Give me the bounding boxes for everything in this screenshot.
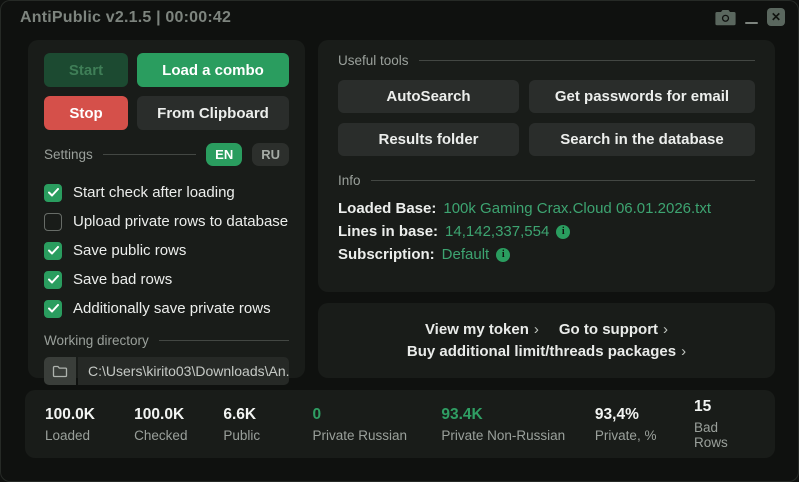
get-passwords-button[interactable]: Get passwords for email xyxy=(529,80,755,113)
info-label: Info xyxy=(338,173,361,188)
screenshot-camera-icon[interactable] xyxy=(715,9,736,26)
working-directory-header: Working directory xyxy=(44,333,289,348)
language-ru-toggle[interactable]: RU xyxy=(252,143,289,166)
search-database-button[interactable]: Search in the database xyxy=(529,123,755,156)
info-icon[interactable]: i xyxy=(556,225,570,239)
chevron-right-icon: › xyxy=(663,321,668,338)
divider xyxy=(159,340,289,341)
info-icon[interactable]: i xyxy=(496,248,510,262)
checkbox-start-check-after-loading[interactable]: Start check after loading xyxy=(44,178,289,207)
app-window: AntiPublic v2.1.5 | 00:00:42 ✕ Start Loa… xyxy=(0,0,799,482)
browse-folder-button[interactable] xyxy=(44,357,76,385)
stat-private-russian: 0 Private Russian xyxy=(313,406,442,443)
chevron-right-icon: › xyxy=(534,321,539,338)
close-button[interactable]: ✕ xyxy=(767,8,785,26)
stop-button[interactable]: Stop xyxy=(44,96,128,130)
working-directory-control: C:\Users\kirito03\Downloads\An... xyxy=(44,357,289,385)
divider xyxy=(419,60,755,61)
subscription-row: Subscription: Default i xyxy=(338,243,755,266)
checkbox-icon xyxy=(44,213,62,231)
minimize-button[interactable] xyxy=(745,8,758,26)
checkbox-save-bad-rows[interactable]: Save bad rows xyxy=(44,265,289,294)
chevron-right-icon: › xyxy=(681,343,686,360)
checkbox-icon xyxy=(44,242,62,260)
stat-bad-rows: 15 Bad Rows xyxy=(694,398,755,450)
tools-buttons: AutoSearch Get passwords for email Resul… xyxy=(338,80,755,156)
links-panel: View my token › Go to support › Buy addi… xyxy=(318,303,775,378)
tools-info-panel: Useful tools AutoSearch Get passwords fo… xyxy=(318,40,775,292)
results-folder-button[interactable]: Results folder xyxy=(338,123,519,156)
useful-tools-label: Useful tools xyxy=(338,53,409,68)
checkbox-icon xyxy=(44,271,62,289)
loaded-base-row: Loaded Base: 100k Gaming Crax.Cloud 06.0… xyxy=(338,197,755,220)
checkbox-upload-private-rows[interactable]: Upload private rows to database xyxy=(44,207,289,236)
useful-tools-header: Useful tools xyxy=(338,53,755,68)
control-panel: Start Load a combo Stop From Clipboard S… xyxy=(28,40,305,378)
window-title: AntiPublic v2.1.5 | 00:00:42 xyxy=(20,9,231,27)
start-button[interactable]: Start xyxy=(44,53,128,87)
info-header: Info xyxy=(338,173,755,188)
checkbox-save-private-rows[interactable]: Additionally save private rows xyxy=(44,294,289,323)
checkbox-save-public-rows[interactable]: Save public rows xyxy=(44,236,289,265)
from-clipboard-button[interactable]: From Clipboard xyxy=(137,96,289,130)
checkbox-icon xyxy=(44,184,62,202)
working-directory-path[interactable]: C:\Users\kirito03\Downloads\An... xyxy=(78,357,289,385)
buy-packages-link[interactable]: Buy additional limit/threads packages › xyxy=(407,343,686,360)
stats-bar: 100.0K Loaded 100.0K Checked 6.6K Public… xyxy=(25,390,775,458)
links-line-1: View my token › Go to support › xyxy=(425,321,668,338)
title-bar: AntiPublic v2.1.5 | 00:00:42 ✕ xyxy=(0,0,799,36)
autosearch-button[interactable]: AutoSearch xyxy=(338,80,519,113)
divider xyxy=(103,154,196,155)
lines-in-base-row: Lines in base: 14,142,337,554 i xyxy=(338,220,755,243)
info-rows: Loaded Base: 100k Gaming Crax.Cloud 06.0… xyxy=(338,197,755,266)
settings-checkboxes: Start check after loading Upload private… xyxy=(44,178,289,323)
window-controls: ✕ xyxy=(715,7,785,27)
stat-checked: 100.0K Checked xyxy=(134,406,223,443)
settings-header: Settings EN RU xyxy=(44,143,289,166)
stat-public: 6.6K Public xyxy=(223,406,312,443)
settings-label: Settings xyxy=(44,147,93,162)
folder-icon xyxy=(52,365,68,378)
stat-private-non-russian: 93.4K Private Non-Russian xyxy=(441,406,595,443)
view-token-link[interactable]: View my token › xyxy=(425,321,539,338)
language-en-toggle[interactable]: EN xyxy=(206,143,242,166)
divider xyxy=(371,180,755,181)
links-line-2: Buy additional limit/threads packages › xyxy=(407,343,686,360)
stat-private-percent: 93,4% Private, % xyxy=(595,406,694,443)
stat-loaded: 100.0K Loaded xyxy=(45,406,134,443)
load-combo-button[interactable]: Load a combo xyxy=(137,53,289,87)
checkbox-icon xyxy=(44,300,62,318)
go-to-support-link[interactable]: Go to support › xyxy=(559,321,668,338)
working-directory-label: Working directory xyxy=(44,333,149,348)
